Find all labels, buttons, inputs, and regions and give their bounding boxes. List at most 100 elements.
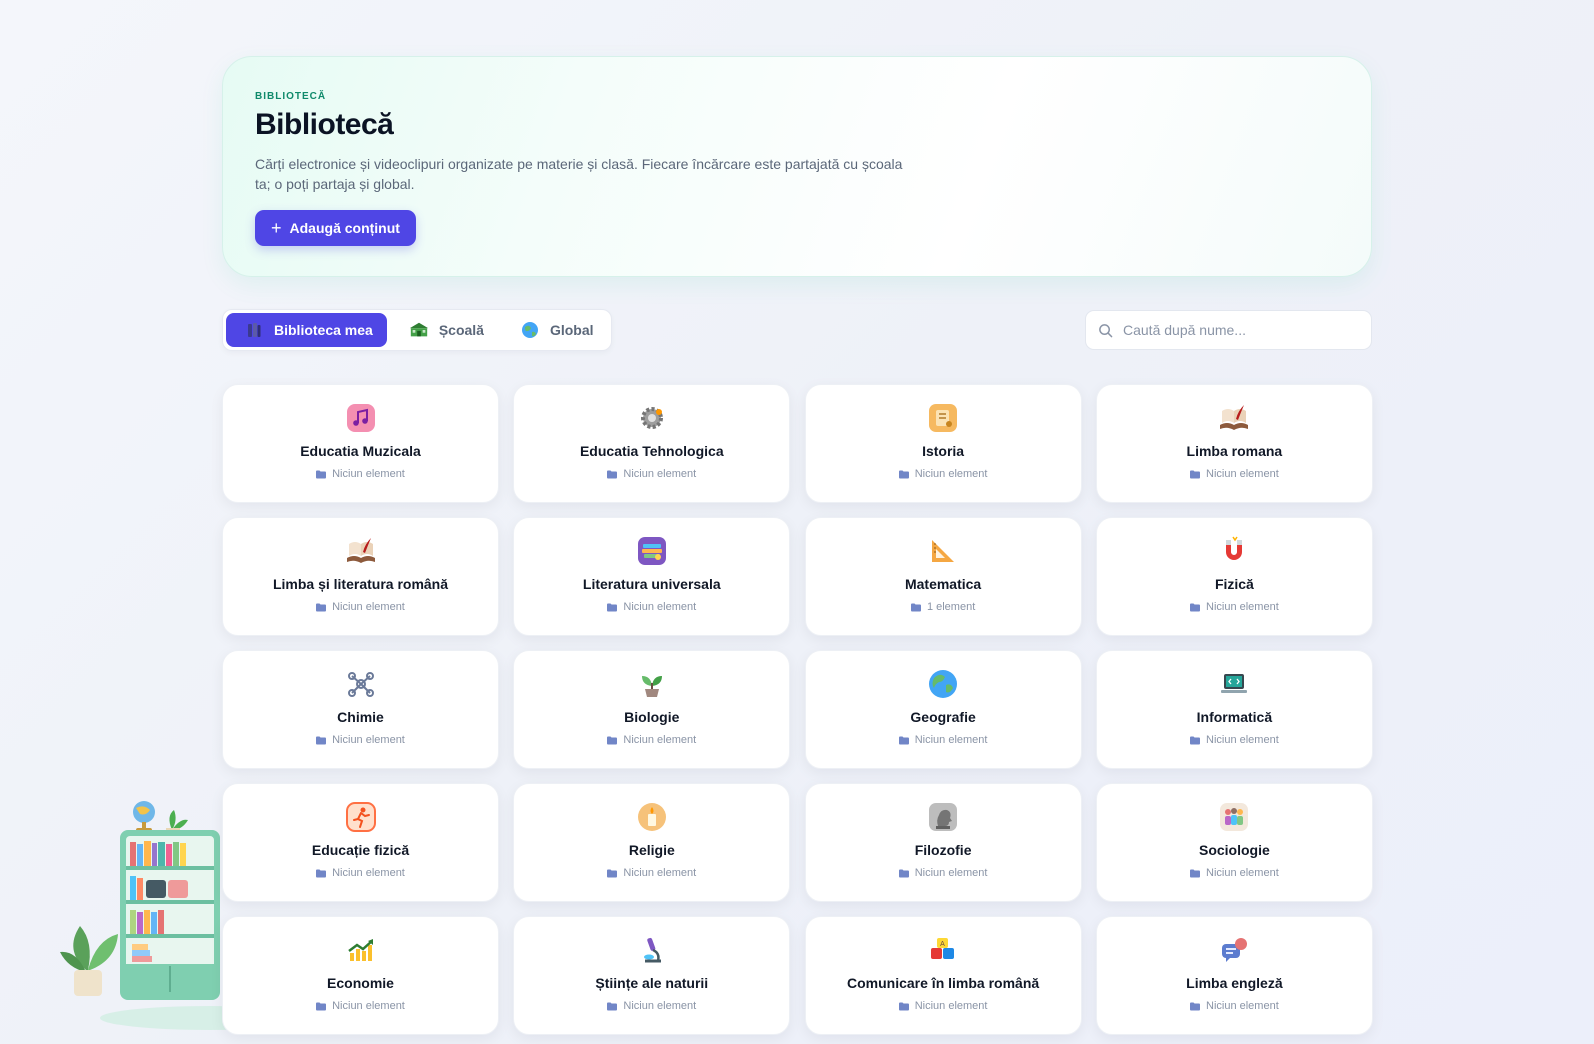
subject-name: Comunicare în limba română <box>847 975 1040 991</box>
folder-icon <box>316 603 327 612</box>
subject-count-text: Niciun element <box>914 468 988 480</box>
subject-count-text: Niciun element <box>1206 734 1279 746</box>
statue-head-icon <box>927 801 959 833</box>
triangle-ruler-icon <box>927 535 959 567</box>
people-group-icon <box>1218 801 1250 833</box>
folder-icon <box>316 736 327 745</box>
subject-count-text: Niciun element <box>332 468 405 480</box>
folder-icon <box>898 1002 909 1011</box>
subject-card[interactable]: Informatică Niciun element <box>1095 650 1373 769</box>
subject-card[interactable]: Fizică Niciun element <box>1095 517 1373 636</box>
subject-item-count: Niciun element <box>607 734 696 746</box>
subject-grid: Educatia Muzicala Niciun element Educati… <box>222 384 1373 1035</box>
subject-count-text: Niciun element <box>1206 1000 1279 1012</box>
subject-name: Limba romana <box>1186 443 1283 459</box>
subject-card[interactable]: Filozofie Niciun element <box>804 783 1082 902</box>
subject-count-text: Niciun element <box>1206 867 1279 879</box>
subject-item-count: Niciun element <box>898 867 987 879</box>
subject-count-text: Niciun element <box>332 734 405 746</box>
plus-icon: + <box>271 218 282 238</box>
subject-count-text: Niciun element <box>623 1000 697 1012</box>
subject-item-count: Niciun element <box>1190 601 1279 613</box>
folder-icon <box>898 736 909 745</box>
tab-global[interactable]: Global <box>502 313 608 347</box>
add-content-button[interactable]: + Adaugă conținut <box>255 210 416 246</box>
gear-icon <box>636 402 668 434</box>
subject-name: Chimie <box>337 709 384 725</box>
subject-item-count: Niciun element <box>607 867 696 879</box>
subject-count-text: Niciun element <box>623 468 697 480</box>
subject-count-text: Niciun element <box>1206 468 1279 480</box>
subject-card[interactable]: Științe ale naturii Niciun element <box>513 916 791 1035</box>
subject-card[interactable]: Chimie Niciun element <box>222 650 499 769</box>
folder-icon <box>607 736 618 745</box>
search-box[interactable] <box>1085 310 1372 350</box>
letter-blocks-icon: A <box>927 934 959 966</box>
folder-icon <box>1190 736 1200 745</box>
folder-icon <box>1190 869 1200 878</box>
subject-item-count: Niciun element <box>607 1000 696 1012</box>
subject-card[interactable]: Religie Niciun element <box>513 783 791 902</box>
library-page: BIBLIOTECĂ Bibliotecă Cărți electronice … <box>0 0 1594 1044</box>
subject-item-count: Niciun element <box>316 468 405 480</box>
open-book-quill-icon <box>345 535 377 567</box>
subject-name: Istoria <box>922 443 965 459</box>
books-stack-icon <box>636 535 668 567</box>
folder-icon <box>316 1002 327 1011</box>
subject-card[interactable]: Literatura universala Niciun element <box>513 517 791 636</box>
subject-name: Filozofie <box>914 842 972 858</box>
candle-icon <box>636 801 668 833</box>
molecule-icon <box>345 668 377 700</box>
microscope-icon <box>636 934 668 966</box>
magnet-icon <box>1218 535 1250 567</box>
hero-eyebrow: BIBLIOTECĂ <box>255 91 327 102</box>
subject-name: Educatia Tehnologica <box>579 443 724 459</box>
music-note-icon <box>345 402 377 434</box>
subject-card[interactable]: Biologie Niciun element <box>513 650 791 769</box>
library-scope-tabs: Biblioteca mea Școală Global <box>222 309 612 351</box>
page-title: Bibliotecă <box>255 108 394 141</box>
subject-card[interactable]: Istoria Niciun element <box>804 384 1082 503</box>
folder-icon <box>607 470 618 479</box>
subject-item-count: 1 element <box>910 601 976 613</box>
subject-name: Științe ale naturii <box>595 975 709 991</box>
subject-card[interactable]: Educație fizică Niciun element <box>222 783 499 902</box>
tab-school[interactable]: Școală <box>391 313 498 347</box>
folder-icon <box>898 470 909 479</box>
folder-icon <box>1190 1002 1200 1011</box>
folder-icon <box>910 603 921 612</box>
subject-card[interactable]: Limba engleză Niciun element <box>1095 916 1373 1035</box>
subject-card[interactable]: Geografie Niciun element <box>804 650 1082 769</box>
scroll-icon <box>927 402 959 434</box>
library-hero: BIBLIOTECĂ Bibliotecă Cărți electronice … <box>222 56 1372 277</box>
subject-count-text: 1 element <box>926 601 976 613</box>
subject-item-count: Niciun element <box>316 734 405 746</box>
school-icon <box>409 320 429 340</box>
search-input[interactable] <box>1123 322 1359 338</box>
folder-icon <box>316 869 327 878</box>
subject-item-count: Niciun element <box>898 734 987 746</box>
subject-name: Informatică <box>1196 709 1273 725</box>
subject-card[interactable]: Limba romana Niciun element <box>1095 384 1373 503</box>
subject-count-text: Niciun element <box>914 1000 988 1012</box>
subject-item-count: Niciun element <box>898 1000 988 1012</box>
folder-icon <box>607 1002 618 1011</box>
subject-item-count: Niciun element <box>316 601 405 613</box>
subject-name: Fizică <box>1214 576 1254 592</box>
speech-bubbles-icon <box>1218 934 1250 966</box>
subject-card[interactable]: A Comunicare în limba română Niciun elem… <box>804 916 1082 1035</box>
open-book-quill-icon <box>1218 402 1250 434</box>
subject-card[interactable]: Educatia Muzicala Niciun element <box>222 384 499 503</box>
subject-card[interactable]: Matematica 1 element <box>804 517 1082 636</box>
subject-item-count: Niciun element <box>607 468 696 480</box>
subject-count-text: Niciun element <box>623 867 697 879</box>
tab-my-library[interactable]: Biblioteca mea <box>226 313 387 347</box>
subject-count-text: Niciun element <box>623 734 697 746</box>
subject-card[interactable]: Limba și literatura română Niciun elemen… <box>222 517 499 636</box>
subject-item-count: Niciun element <box>316 1000 405 1012</box>
subject-name: Limba engleză <box>1186 975 1283 991</box>
subject-card[interactable]: Sociologie Niciun element <box>1095 783 1373 902</box>
subject-card[interactable]: Educatia Tehnologica Niciun element <box>513 384 791 503</box>
svg-text:A: A <box>940 941 945 948</box>
subject-card[interactable]: Economie Niciun element <box>222 916 499 1035</box>
